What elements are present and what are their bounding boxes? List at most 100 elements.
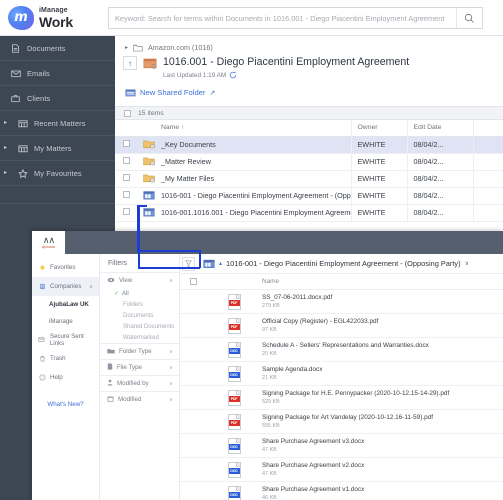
column-header-owner[interactable]: Owner	[350, 120, 407, 137]
file-list-item[interactable]: DOC Share Purchase Agreement v2.docx 47 KB	[180, 458, 503, 482]
row-name[interactable]: _Key Documents	[161, 136, 351, 154]
overlay-nav-favorites[interactable]: Favorites	[32, 258, 99, 277]
overlay-nav-help[interactable]: ? Help	[32, 368, 99, 387]
briefcase-icon	[10, 93, 21, 104]
file-icon-cell: PDF	[206, 413, 262, 430]
navigate-up-button[interactable]: ↑	[123, 56, 137, 70]
file-text-cell: Signing Package for Art Vandelay (2020-1…	[262, 414, 503, 430]
imanage-logo-icon: m	[8, 5, 34, 30]
file-type-tag: DOC	[228, 491, 240, 498]
chevron-up-icon[interactable]: ∧	[89, 284, 93, 290]
filter-option[interactable]: Shared Documents	[100, 321, 179, 332]
overlay-column-header-name[interactable]: Name	[262, 278, 279, 285]
chevron-icon[interactable]: ∨	[169, 397, 173, 403]
file-list-item[interactable]: DOC Sample Agenda.docx 21 KB	[180, 362, 503, 386]
chevron-icon[interactable]: ∨	[169, 365, 173, 371]
person-icon	[107, 379, 113, 388]
row-checkbox[interactable]	[122, 208, 130, 215]
row-checkbox[interactable]	[122, 140, 130, 147]
file-name: Share Purchase Agreement v2.docx	[262, 461, 365, 469]
filter-option[interactable]: ✓ All	[100, 288, 179, 299]
table-row[interactable]: 1016-001.1016.001 - Diego Piacentini Emp…	[115, 204, 503, 222]
sidebar-spacer	[0, 186, 115, 204]
overlay-subitem-imanage[interactable]: iManage	[32, 313, 99, 330]
file-list-item[interactable]: DOC Share Purchase Agreement v1.docx 46 KB	[180, 482, 503, 500]
file-list-item[interactable]: PDF Signing Package for H.E. Pennypacker …	[180, 386, 503, 410]
sidebar-item-emails[interactable]: Emails	[0, 61, 115, 86]
column-header-edit-date[interactable]: Edit Date	[406, 120, 473, 137]
overlay-nav-label: Help	[50, 374, 63, 381]
ajubalaw-logo-mark: ∧∧	[42, 235, 55, 246]
breadcrumb-up-icon[interactable]: ▴	[219, 260, 222, 267]
filter-group-header[interactable]: Modified ∨	[100, 392, 179, 407]
row-name[interactable]: _Matter Review	[161, 153, 351, 171]
file-size: 20 KB	[262, 350, 277, 357]
annotation-line-horizontal-bottom	[138, 267, 200, 269]
chevron-right-icon[interactable]: ▸	[4, 120, 11, 126]
table-row[interactable]: _My Matter Files EWHITE 08/04/2...	[115, 170, 503, 188]
search-bar[interactable]	[108, 7, 483, 29]
page-title: 1016.001 - Diego Piacentini Employment A…	[163, 56, 410, 68]
table-row[interactable]: _Key Documents EWHITE 08/04/2...	[115, 136, 503, 154]
breadcrumb-caret-icon[interactable]: ▸	[125, 44, 128, 51]
overlay-select-all-checkbox[interactable]	[189, 278, 197, 285]
file-list-item[interactable]: PDF Official Copy (Register) - EGL422033.…	[180, 314, 503, 338]
new-shared-folder-action[interactable]: New Shared Folder ↗	[115, 79, 503, 97]
overlay-nav-secure-sent-links[interactable]: Secure Sent Links	[32, 330, 99, 349]
row-icon-cell	[137, 153, 161, 171]
filter-option[interactable]: Folders	[100, 299, 179, 310]
refresh-icon[interactable]	[229, 71, 237, 79]
chevron-down-icon[interactable]: ∨	[465, 260, 469, 267]
select-all-checkbox[interactable]	[124, 109, 131, 117]
row-checkbox[interactable]	[122, 191, 130, 198]
sidebar-item-clients[interactable]: Clients	[0, 86, 115, 111]
filter-option[interactable]: Watermarked	[100, 332, 179, 343]
overlay-sidebar: Favorites Companies ∧ AjubaLaw UK iManage Sec…	[32, 254, 100, 500]
row-name[interactable]: 1016-001 - Diego Piacentini Employment A…	[161, 187, 351, 205]
row-checkbox-cell	[115, 204, 137, 222]
ajubalaw-logo-name: ajubalaw	[41, 244, 56, 249]
breadcrumb[interactable]: ▸ Amazon.com (1016)	[115, 36, 503, 52]
filter-group-header[interactable]: File Type ∨	[100, 360, 179, 375]
file-name: Share Purchase Agreement v1.docx	[262, 485, 365, 493]
file-list-item[interactable]: PDF SS_07-06-2011.docx.pdf 279 KB	[180, 290, 503, 314]
sidebar-item-my-favourites[interactable]: ▸ My Favourites	[0, 161, 115, 186]
file-list-item[interactable]: PDF Signing Package for Art Vandelay (202…	[180, 410, 503, 434]
sidebar-item-documents[interactable]: Documents	[0, 36, 115, 61]
svg-text:?: ?	[41, 376, 43, 380]
breadcrumb-label[interactable]: Amazon.com (1016)	[148, 43, 213, 52]
whats-new-link[interactable]: What's New?	[32, 401, 99, 408]
overlay-subitem-ajubalaw-uk[interactable]: AjubaLaw UK	[32, 296, 99, 313]
row-checkbox[interactable]	[122, 174, 130, 181]
row-checkbox[interactable]	[122, 157, 130, 164]
table-row[interactable]: _Matter Review EWHITE 08/04/2...	[115, 153, 503, 171]
chevron-icon[interactable]: ∧	[169, 278, 173, 284]
search-button[interactable]	[456, 8, 482, 28]
row-owner: EWHITE	[350, 153, 407, 171]
external-link-icon[interactable]: ↗	[209, 89, 215, 97]
brand-line-1: iManage	[39, 6, 68, 14]
row-name[interactable]: 1016-001.1016.001 - Diego Piacentini Emp…	[161, 204, 351, 222]
chevron-right-icon[interactable]: ▸	[4, 145, 11, 151]
filter-option[interactable]: Documents	[100, 310, 179, 321]
new-shared-folder-label[interactable]: New Shared Folder	[140, 88, 205, 97]
file-list-item[interactable]: DOC Schedule A - Sellers' Representations…	[180, 338, 503, 362]
table-row[interactable]: 1016-001 - Diego Piacentini Employment A…	[115, 187, 503, 205]
chevron-right-icon[interactable]: ▸	[4, 170, 11, 176]
sidebar-item-recent-matters[interactable]: ▸ Recent Matters	[0, 111, 115, 136]
filter-group-header[interactable]: View ∧	[100, 273, 179, 288]
overlay-nav-companies[interactable]: Companies ∧	[32, 277, 99, 296]
word-file-icon: DOC	[227, 485, 241, 500]
sidebar-item-my-matters[interactable]: ▸ My Matters	[0, 136, 115, 161]
column-header-name[interactable]: Name ↑	[161, 120, 351, 137]
chevron-icon[interactable]: ∨	[169, 381, 173, 387]
filter-group-header[interactable]: Modified by ∨	[100, 376, 179, 391]
file-list-item[interactable]: DOC Share Purchase Agreement v3.docx 47 KB	[180, 434, 503, 458]
search-input[interactable]	[109, 8, 456, 28]
filter-group-header[interactable]: Folder Type ∨	[100, 344, 179, 359]
row-name[interactable]: _My Matter Files	[161, 170, 351, 188]
annotation-line-horizontal-top	[138, 205, 147, 207]
chevron-icon[interactable]: ∨	[169, 349, 173, 355]
overlay-nav-trash[interactable]: Trash	[32, 349, 99, 368]
file-icon-cell: DOC	[206, 461, 262, 478]
